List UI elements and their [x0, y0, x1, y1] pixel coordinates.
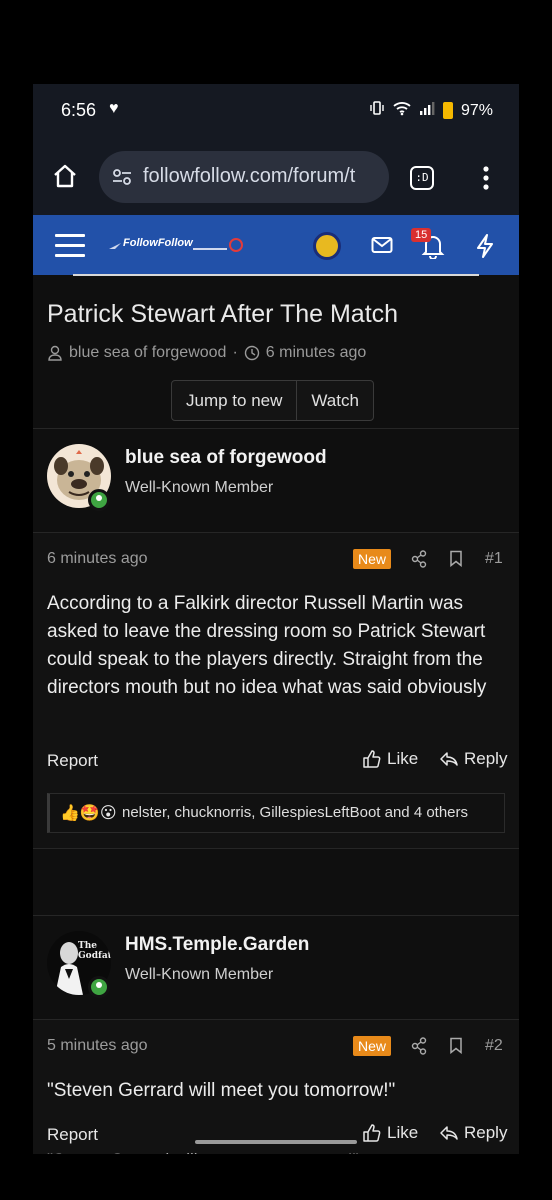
more-menu-icon[interactable] — [473, 164, 499, 192]
menu-icon[interactable] — [55, 234, 85, 258]
whats-new-icon[interactable] — [474, 233, 496, 259]
bookmark-icon[interactable] — [449, 550, 463, 567]
site-header: FollowFollow 15 — [33, 215, 519, 276]
status-time: 6:56 — [61, 100, 97, 120]
bookmark-icon[interactable] — [449, 1037, 463, 1054]
thread-title: Patrick Stewart After The Match — [47, 300, 399, 328]
reply-label: Reply — [464, 749, 508, 768]
share-icon[interactable] — [411, 1037, 427, 1055]
notification-badge: 15 — [411, 228, 432, 242]
report-button[interactable]: Report — [47, 1125, 98, 1145]
quoted-text-partial: "Steven Gerrard will meet you tomorrow!" — [47, 1150, 359, 1154]
reply-button[interactable]: Reply — [439, 1123, 507, 1143]
gesture-handle[interactable] — [195, 1140, 357, 1144]
post-username[interactable]: HMS.Temple.Garden — [125, 934, 309, 956]
thread-author[interactable]: blue sea of forgewood — [69, 344, 226, 362]
logo-text: FollowFollow — [123, 237, 193, 249]
jump-to-new-button[interactable]: Jump to new — [172, 381, 296, 420]
heart-icon: ♥ — [109, 100, 119, 117]
post-attribution: 6 minutes ago New #1 — [33, 532, 519, 582]
vibrate-icon — [369, 100, 385, 121]
post-user-block: blue sea of forgewood Well-Known Member — [33, 429, 519, 532]
wifi-icon — [393, 100, 411, 121]
like-label: Like — [387, 749, 419, 768]
reactions-bar[interactable]: 👍🤩😮 nelster, chucknorris, GillespiesLeft… — [47, 793, 505, 833]
battery-percent: 97% — [460, 101, 493, 119]
reply-button[interactable]: Reply — [439, 749, 507, 769]
user-icon — [48, 345, 62, 361]
post-username[interactable]: blue sea of forgewood — [125, 447, 327, 469]
avatar-text: The Godfather — [78, 941, 111, 961]
reply-icon — [440, 1126, 458, 1140]
battery-icon — [442, 102, 453, 119]
reaction-names[interactable]: nelster, chucknorris, GillespiesLeftBoot… — [122, 804, 468, 821]
post-body: "Steven Gerrard will meet you tomorrow!" — [47, 1080, 396, 1101]
share-icon[interactable] — [411, 550, 427, 568]
clock-icon — [244, 345, 259, 361]
home-icon[interactable] — [51, 162, 79, 190]
signal-icon — [419, 100, 435, 121]
report-button[interactable]: Report — [47, 751, 98, 771]
user-title: Well-Known Member — [125, 479, 274, 496]
reply-icon — [440, 752, 458, 766]
like-button[interactable]: Like — [362, 749, 418, 769]
status-bar: 6:56 ♥ 97% — [33, 84, 519, 138]
address-bar[interactable]: followfollow.com/forum/t — [99, 151, 389, 203]
post-time[interactable]: 5 minutes ago — [47, 1037, 148, 1055]
thread-age[interactable]: 6 minutes ago — [266, 344, 367, 362]
header-divider — [73, 274, 479, 276]
post-attribution: 5 minutes ago New #2 — [33, 1019, 519, 1069]
thumbs-up-icon — [363, 750, 381, 768]
reply-label: Reply — [464, 1123, 508, 1142]
post-body: According to a Falkirk director Russell … — [47, 593, 487, 698]
online-status-icon — [88, 976, 110, 998]
inbox-icon[interactable] — [371, 236, 393, 254]
new-badge: New — [353, 1036, 392, 1056]
meta-separator: · — [232, 344, 238, 361]
browser-toolbar: followfollow.com/forum/t :D — [33, 138, 519, 215]
site-logo[interactable]: FollowFollow — [109, 235, 243, 257]
post-number[interactable]: #1 — [485, 550, 503, 568]
watch-button[interactable]: Watch — [296, 381, 373, 420]
user-title: Well-Known Member — [125, 966, 274, 983]
system-icons: 97% — [369, 100, 493, 121]
site-settings-icon[interactable] — [111, 166, 133, 188]
post: blue sea of forgewood Well-Known Member … — [33, 428, 519, 849]
like-button[interactable]: Like — [362, 1123, 418, 1143]
post-time[interactable]: 6 minutes ago — [47, 550, 148, 568]
online-status-icon — [88, 489, 110, 511]
phone-screen: 6:56 ♥ 97% followfollow.com/forum/t :D F… — [33, 84, 519, 1154]
new-badge: New — [353, 549, 392, 569]
tab-switcher-button[interactable]: :D — [410, 166, 434, 190]
post-number[interactable]: #2 — [485, 1037, 503, 1055]
thread-actions: Jump to new Watch — [171, 380, 374, 421]
club-crest-icon[interactable] — [313, 232, 341, 260]
url-text: followfollow.com/forum/t — [143, 165, 356, 187]
thread-meta: blue sea of forgewood · 6 minutes ago — [47, 344, 366, 362]
like-label: Like — [387, 1123, 419, 1142]
reaction-emojis: 👍🤩😮 — [60, 805, 117, 822]
thumbs-up-icon — [363, 1124, 381, 1142]
post: The Godfather HMS.Temple.Garden Well-Kno… — [33, 915, 519, 1154]
post-user-block: The Godfather HMS.Temple.Garden Well-Kno… — [33, 916, 519, 1019]
